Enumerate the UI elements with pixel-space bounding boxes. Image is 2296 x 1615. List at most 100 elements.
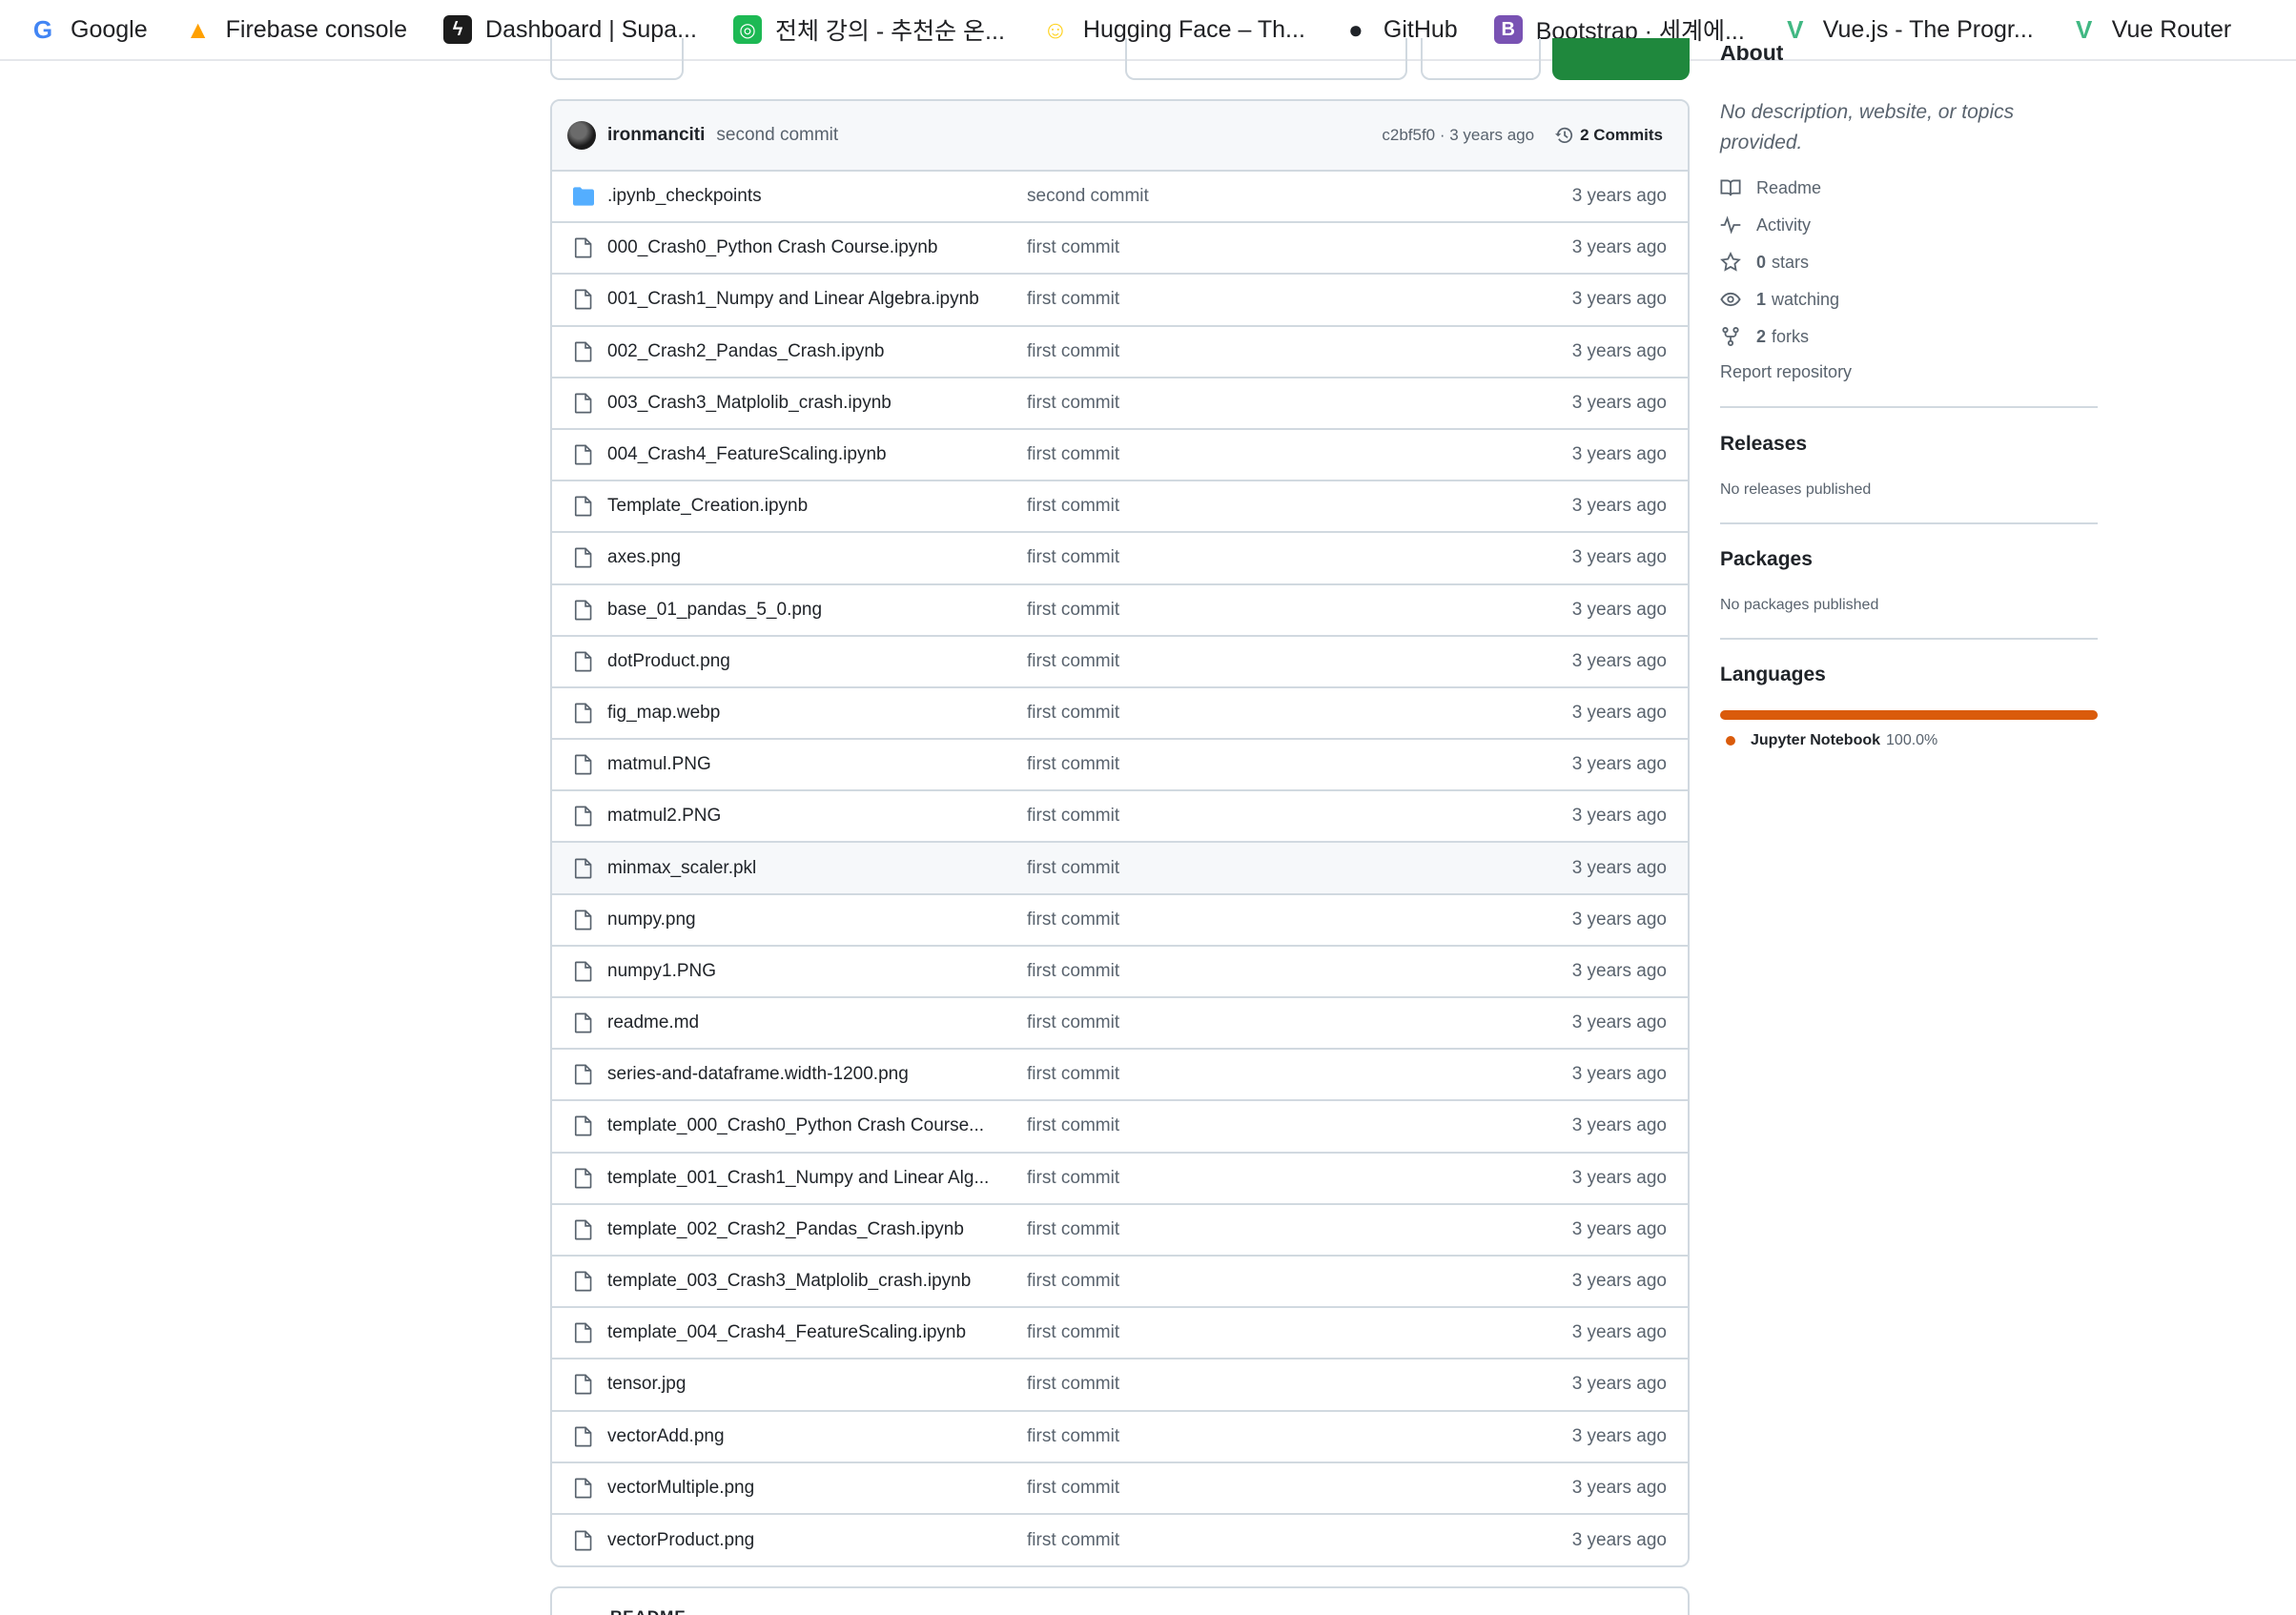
file-commit-message[interactable]: first commit [1027,1374,1119,1395]
file-commit-message[interactable]: first commit [1027,1322,1119,1343]
file-name-link[interactable]: 003_Crash3_Matplolib_crash.ipynb [607,393,1027,414]
code-button[interactable] [1552,38,1690,80]
branch-selector[interactable] [550,38,684,80]
table-row[interactable]: 000_Crash0_Python Crash Course.ipynb firs… [552,223,1688,276]
bookmark-item[interactable]: V Vue.js - The Progr... [1781,0,2034,59]
avatar[interactable] [567,121,596,150]
language-item[interactable]: Jupyter Notebook 100.0% [1726,732,1937,749]
file-commit-message[interactable]: first commit [1027,444,1119,465]
go-to-file-input[interactable] [1125,38,1407,80]
file-name-link[interactable]: 000_Crash0_Python Crash Course.ipynb [607,237,1027,258]
table-row[interactable]: tensor.jpg first commit 3 years ago [552,1359,1688,1412]
file-name-link[interactable]: vectorMultiple.png [607,1478,1027,1499]
file-commit-message[interactable]: first commit [1027,1219,1119,1240]
table-row[interactable]: axes.png first commit 3 years ago [552,533,1688,585]
commit-author[interactable]: ironmanciti [607,125,705,146]
activity-link[interactable]: Activity [1720,215,1811,235]
file-name-link[interactable]: Template_Creation.ipynb [607,496,1027,517]
file-name-link[interactable]: matmul.PNG [607,754,1027,775]
file-commit-message[interactable]: first commit [1027,341,1119,362]
packages-title[interactable]: Packages [1720,548,1813,571]
table-row[interactable]: numpy.png first commit 3 years ago [552,895,1688,947]
table-row[interactable]: dotProduct.png first commit 3 years ago [552,637,1688,688]
table-row[interactable]: 003_Crash3_Matplolib_crash.ipynb first co… [552,378,1688,430]
file-commit-message[interactable]: first commit [1027,1168,1119,1189]
file-commit-message[interactable]: first commit [1027,1064,1119,1085]
table-row[interactable]: Template_Creation.ipynb first commit 3 yea… [552,481,1688,534]
table-row[interactable]: matmul.PNG first commit 3 years ago [552,740,1688,792]
file-name-link[interactable]: matmul2.PNG [607,806,1027,827]
bookmark-item[interactable]: V Vue Router [2070,0,2231,59]
table-row[interactable]: 002_Crash2_Pandas_Crash.ipynb first commi… [552,327,1688,378]
file-name-link[interactable]: 002_Crash2_Pandas_Crash.ipynb [607,341,1027,362]
file-commit-message[interactable]: first commit [1027,1115,1119,1136]
table-row[interactable]: 004_Crash4_FeatureScaling.ipynb first com… [552,430,1688,482]
file-name-link[interactable]: 004_Crash4_FeatureScaling.ipynb [607,444,1027,465]
file-name-link[interactable]: vectorProduct.png [607,1530,1027,1551]
file-commit-message[interactable]: first commit [1027,1478,1119,1499]
file-commit-message[interactable]: first commit [1027,703,1119,724]
file-name-link[interactable]: numpy.png [607,910,1027,930]
table-row[interactable]: vectorAdd.png first commit 3 years ago [552,1412,1688,1463]
table-row[interactable]: vectorMultiple.png first commit 3 years ag… [552,1463,1688,1515]
releases-title[interactable]: Releases [1720,433,1807,456]
table-row[interactable]: base_01_pandas_5_0.png first commit 3 year… [552,585,1688,637]
commit-message[interactable]: second commit [716,125,838,146]
file-name-link[interactable]: template_002_Crash2_Pandas_Crash.ipynb [607,1219,1027,1240]
table-row[interactable]: numpy1.PNG first commit 3 years ago [552,947,1688,998]
table-row[interactable]: vectorProduct.png first commit 3 years ago [552,1515,1688,1565]
watching-link[interactable]: 1 watching [1720,289,1839,310]
file-commit-message[interactable]: first commit [1027,289,1119,310]
file-commit-message[interactable]: first commit [1027,806,1119,827]
file-name-link[interactable]: .ipynb_checkpoints [607,186,1027,207]
file-commit-message[interactable]: first commit [1027,754,1119,775]
bookmark-item[interactable]: ▲ Firebase console [184,0,407,59]
table-row[interactable]: series-and-dataframe.width-1200.png first… [552,1050,1688,1102]
table-row[interactable]: template_004_Crash4_FeatureScaling.ipynb… [552,1308,1688,1360]
table-row[interactable]: matmul2.PNG first commit 3 years ago [552,791,1688,844]
file-name-link[interactable]: fig_map.webp [607,703,1027,724]
file-commit-message[interactable]: first commit [1027,910,1119,930]
file-name-link[interactable]: axes.png [607,547,1027,568]
file-name-link[interactable]: readme.md [607,1012,1027,1033]
file-commit-message[interactable]: first commit [1027,1271,1119,1292]
file-commit-message[interactable]: first commit [1027,961,1119,982]
file-name-link[interactable]: 001_Crash1_Numpy and Linear Algebra.ipyn… [607,289,1027,310]
file-commit-message[interactable]: first commit [1027,1012,1119,1033]
table-row[interactable]: readme.md first commit 3 years ago [552,998,1688,1051]
forks-link[interactable]: 2 forks [1720,326,1809,347]
report-repository-link[interactable]: Report repository [1720,362,1852,382]
readme-link[interactable]: Readme [1720,177,1821,198]
file-name-link[interactable]: numpy1.PNG [607,961,1027,982]
commit-meta[interactable]: c2bf5f0 · 3 years ago [1382,126,1534,145]
file-commit-message[interactable]: first commit [1027,547,1119,568]
add-file-button[interactable] [1421,38,1541,80]
commits-link[interactable]: 2 Commits [1555,126,1663,145]
table-row[interactable]: fig_map.webp first commit 3 years ago [552,688,1688,741]
bookmark-item[interactable]: G Google [29,0,148,59]
file-commit-message[interactable]: first commit [1027,237,1119,258]
stars-link[interactable]: 0 stars [1720,252,1809,273]
file-name-link[interactable]: minmax_scaler.pkl [607,858,1027,879]
file-name-link[interactable]: dotProduct.png [607,651,1027,672]
file-name-link[interactable]: template_001_Crash1_Numpy and Linear Alg… [607,1168,1027,1189]
file-name-link[interactable]: tensor.jpg [607,1374,1027,1395]
file-commit-message[interactable]: first commit [1027,393,1119,414]
file-commit-message[interactable]: first commit [1027,600,1119,621]
file-name-link[interactable]: base_01_pandas_5_0.png [607,600,1027,621]
file-commit-message[interactable]: first commit [1027,858,1119,879]
file-commit-message[interactable]: first commit [1027,1530,1119,1551]
file-commit-message[interactable]: first commit [1027,1426,1119,1447]
table-row[interactable]: .ipynb_checkpoints second commit 3 years a… [552,172,1688,224]
table-row[interactable]: template_003_Crash3_Matplolib_crash.ipyn… [552,1257,1688,1309]
table-row[interactable]: minmax_scaler.pkl first commit 3 years ago [552,843,1688,895]
file-name-link[interactable]: template_004_Crash4_FeatureScaling.ipynb [607,1322,1027,1343]
file-commit-message[interactable]: first commit [1027,651,1119,672]
table-row[interactable]: template_001_Crash1_Numpy and Linear Alg… [552,1154,1688,1205]
file-commit-message[interactable]: first commit [1027,496,1119,517]
table-row[interactable]: template_000_Crash0_Python Crash Course.… [552,1101,1688,1154]
bookmark-item[interactable]: ◎ 전체 강의 - 추천순 온... [732,0,1005,59]
table-row[interactable]: template_002_Crash2_Pandas_Crash.ipynb fi… [552,1205,1688,1257]
file-name-link[interactable]: vectorAdd.png [607,1426,1027,1447]
file-name-link[interactable]: template_003_Crash3_Matplolib_crash.ipyn… [607,1271,1027,1292]
